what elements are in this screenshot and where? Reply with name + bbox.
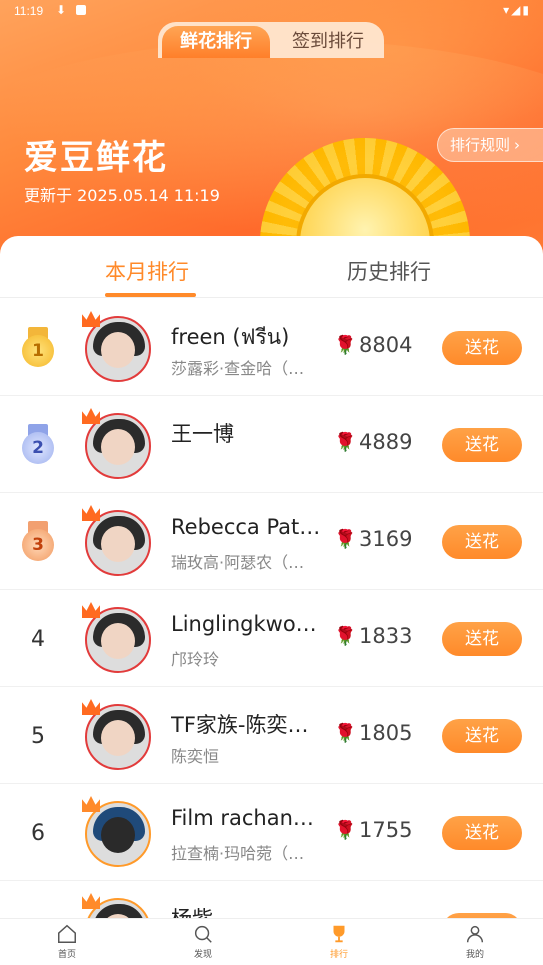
rose-icon: 🌹	[334, 432, 357, 453]
search-icon	[194, 925, 212, 943]
rose-icon: 🌹	[334, 723, 357, 744]
crown-icon	[82, 602, 100, 618]
segment-flower-ranking[interactable]: 鲜花排行	[162, 26, 270, 58]
idol-name: TF家族-陈奕…	[171, 713, 309, 737]
nav-discover-label: 发现	[193, 950, 212, 960]
list-item[interactable]: 2 王一博 🌹 4889 送花	[0, 396, 543, 493]
flower-count: 8804	[359, 333, 413, 357]
idol-name: 王一博	[171, 422, 234, 446]
idol-name: Rebecca Pat…	[171, 515, 321, 539]
nav-home[interactable]: 首页	[37, 923, 97, 960]
crown-icon	[82, 408, 100, 424]
nav-me[interactable]: 我的	[445, 923, 505, 960]
rose-icon: 🌹	[334, 626, 357, 647]
tab-history[interactable]: 历史排行	[347, 256, 431, 286]
page-title: 爱豆鲜花	[24, 138, 168, 178]
updated-timestamp: 更新于 2025.05.14 11:19	[24, 186, 220, 205]
ranking-period-tabs: 本月排行 历史排行	[0, 236, 543, 298]
idol-subtitle: 陈奕恒	[171, 747, 220, 766]
crown-icon	[82, 893, 100, 909]
status-time: 11:19	[14, 4, 44, 18]
idol-subtitle: 拉查楠·玛哈菀（…	[171, 844, 305, 863]
ranking-rules-button[interactable]: 排行规则 ›	[437, 128, 543, 162]
idol-subtitle: 邝玲玲	[171, 650, 220, 669]
idol-subtitle: 瑞玫高·阿瑟农（…	[171, 553, 305, 572]
idol-name: freen (ฟรีน)	[171, 325, 290, 349]
home-icon	[58, 924, 76, 943]
bottom-navigation: 首页 发现 排行 我的	[0, 918, 543, 965]
rank-number: 4	[31, 627, 45, 652]
crown-icon	[82, 505, 100, 521]
send-flower-button[interactable]: 送花	[442, 719, 522, 753]
rose-icon: 🌹	[334, 820, 357, 841]
crown-icon	[82, 311, 100, 327]
list-item[interactable]: 3 Rebecca Pat… 瑞玫高·阿瑟农（… 🌹 3169 送花	[0, 493, 543, 590]
rose-icon: 🌹	[334, 529, 357, 550]
idol-subtitle: 莎露彩·查金哈（…	[171, 359, 305, 378]
crown-icon	[82, 699, 100, 715]
signal-battery-icons: ▾◢▮	[503, 3, 531, 17]
nav-ranking-label: 排行	[329, 950, 348, 960]
download-icon: ⬇	[56, 3, 67, 17]
idol-name: Linglingkwo…	[171, 612, 317, 636]
rank-number: 6	[31, 821, 45, 846]
status-bar: 11:19 ⬇ ▾◢▮	[0, 0, 543, 24]
list-item[interactable]: 4 Linglingkwo… 邝玲玲 🌹 1833 送花	[0, 590, 543, 687]
ranking-rules-label: 排行规则	[450, 136, 511, 154]
rose-icon: 🌹	[334, 335, 357, 356]
flower-count: 3169	[359, 527, 413, 551]
nav-ranking[interactable]: 排行	[309, 923, 369, 960]
trophy-icon	[333, 925, 345, 943]
segment-checkin-ranking[interactable]: 签到排行	[276, 26, 380, 58]
ranking-type-switch: 鲜花排行 签到排行	[158, 22, 384, 58]
list-item[interactable]: 1 freen (ฟรีน) 莎露彩·查金哈（… 🌹 8804 送花	[0, 299, 543, 396]
send-flower-button[interactable]: 送花	[442, 622, 522, 656]
header-banner: 11:19 ⬇ ▾◢▮ 鲜花排行 签到排行 爱豆鲜花 更新于 2025.05.1…	[0, 0, 543, 262]
send-flower-button[interactable]: 送花	[442, 331, 522, 365]
rank-number: 5	[31, 724, 45, 749]
send-flower-button[interactable]: 送花	[442, 428, 522, 462]
crown-icon	[82, 796, 100, 812]
flower-count: 1755	[359, 818, 413, 842]
app-notification-icon	[76, 5, 86, 15]
send-flower-button[interactable]: 送花	[442, 525, 522, 559]
nav-discover[interactable]: 发现	[173, 923, 233, 960]
chevron-right-icon: ›	[514, 136, 521, 154]
active-tab-indicator	[105, 293, 196, 297]
idol-name: Film rachanu…	[171, 806, 321, 830]
nav-home-label: 首页	[57, 950, 76, 960]
list-item[interactable]: 5 TF家族-陈奕… 陈奕恒 🌹 1805 送花	[0, 687, 543, 784]
flower-count: 4889	[359, 430, 413, 454]
send-flower-button[interactable]: 送花	[442, 816, 522, 850]
flower-count: 1805	[359, 721, 413, 745]
list-item[interactable]: 6 Film rachanu… 拉查楠·玛哈菀（… 🌹 1755 送花	[0, 784, 543, 881]
flower-count: 1833	[359, 624, 413, 648]
bronze-rank-badge-icon: 3	[22, 521, 54, 563]
tab-monthly[interactable]: 本月排行	[105, 256, 189, 286]
silver-rank-badge-icon: 2	[22, 424, 54, 466]
ranking-card: 本月排行 历史排行 1 freen (ฟรีน) 莎露彩·查金哈（… 🌹 880…	[0, 236, 543, 965]
nav-me-label: 我的	[465, 950, 484, 960]
person-icon	[466, 925, 484, 943]
gold-rank-badge-icon: 1	[22, 327, 54, 369]
